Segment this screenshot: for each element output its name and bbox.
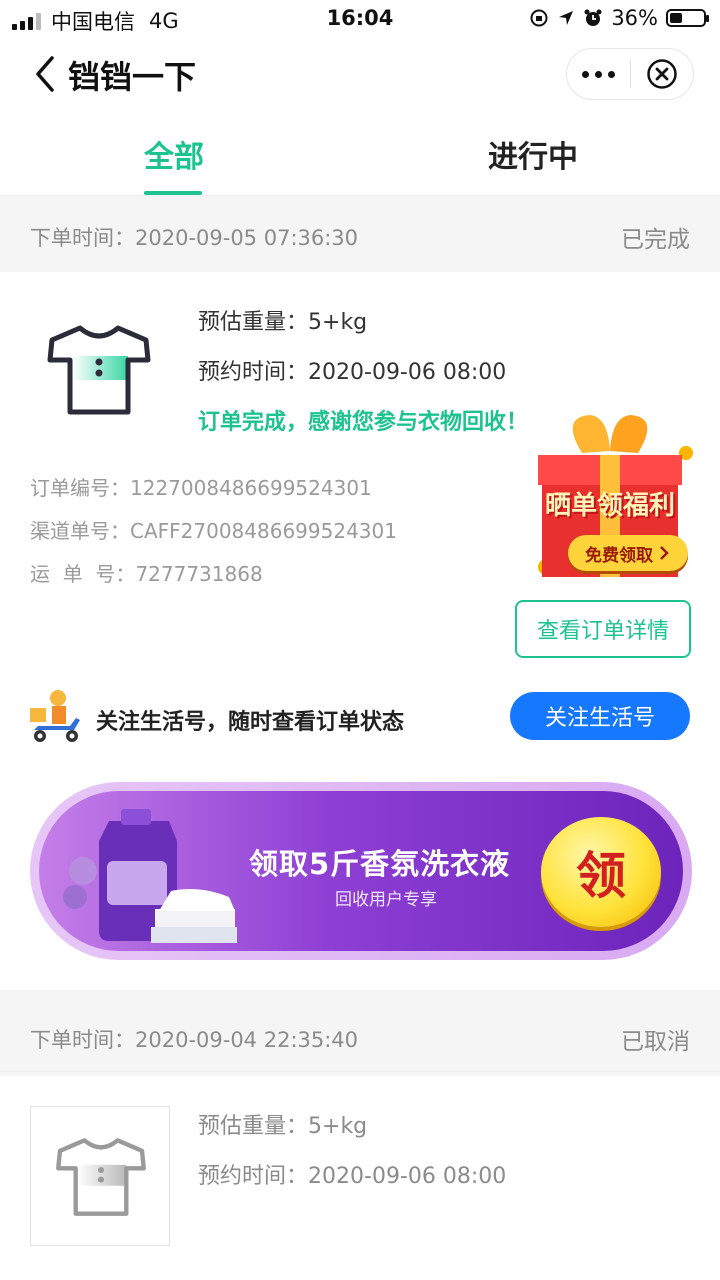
screen-lock-icon <box>530 9 548 27</box>
product-image-placeholder <box>30 1106 170 1246</box>
chevron-right-icon <box>660 546 669 560</box>
appointment-value: 2020-09-06 08:00 <box>308 1164 507 1189</box>
status-bar: 中国电信 4G 16:04 36% <box>0 0 720 38</box>
page-title: 铛铛一下 <box>68 58 197 96</box>
gift-claim-label: 免费领取 <box>585 545 653 566</box>
waybill-label: 运 单 号： <box>30 562 136 586</box>
detergent-bottle-image <box>63 809 237 943</box>
appointment-value: 2020-09-06 08:00 <box>308 360 507 385</box>
weight-value: 5+kg <box>308 310 368 335</box>
tab-all[interactable]: 全部 <box>144 132 204 176</box>
follow-prompt: 关注生活号，随时查看订单状态 <box>96 710 405 735</box>
order-time: 2020-09-05 07:36:30 <box>135 226 359 250</box>
weight-label: 预估重量： <box>198 1114 309 1139</box>
order-time-label: 下单时间： <box>30 226 135 250</box>
completion-message: 订单完成，感谢您参与衣物回收！ <box>198 410 529 435</box>
back-button[interactable] <box>30 52 60 96</box>
order-header: 下单时间：2020-09-04 22:35:40 已取消 <box>0 1000 720 1072</box>
mini-program-capsule <box>566 48 694 100</box>
order-status: 已完成 <box>621 227 690 253</box>
tshirt-icon <box>47 325 151 415</box>
waybill-no: 7277731868 <box>135 562 263 586</box>
appointment-label: 预约时间： <box>198 1164 309 1189</box>
gift-claim-button[interactable]: 免费领取 <box>568 535 688 571</box>
order-time: 2020-09-04 22:35:40 <box>135 1028 359 1052</box>
gift-title: 晒单领福利 <box>544 491 675 521</box>
channel-no: CAFF27008486699524301 <box>130 519 397 543</box>
claim-badge[interactable]: 领 <box>541 817 661 927</box>
order-card: 预估重量：5+kg 预约时间：2020-09-06 08:00 <box>0 1076 720 1280</box>
close-icon <box>647 59 677 89</box>
alarm-icon <box>584 9 602 26</box>
weight-label: 预估重量： <box>198 310 309 335</box>
order-card: 预估重量：5+kg 预约时间：2020-09-06 08:00 订单完成，感谢您… <box>0 272 720 990</box>
delivery-scooter-icon <box>30 690 80 742</box>
detergent-promo-banner[interactable]: 领取5斤香氛洗衣液 回收用户专享 领 <box>30 782 692 960</box>
tab-in-progress[interactable]: 进行中 <box>488 132 578 176</box>
follow-row: 关注生活号，随时查看订单状态 关注生活号 <box>0 680 720 760</box>
share-gift-promo[interactable]: 晒单领福利 免费领取 <box>520 407 700 587</box>
follow-button[interactable]: 关注生活号 <box>510 692 690 740</box>
channel-no-label: 渠道单号： <box>30 519 130 543</box>
order-header: 下单时间：2020-09-05 07:36:30 已完成 <box>0 198 720 270</box>
banner-title: 领取5斤香氛洗衣液 <box>249 847 511 881</box>
order-status: 已取消 <box>621 1029 690 1055</box>
battery-percent: 36% <box>611 6 658 30</box>
appointment-label: 预约时间： <box>198 360 309 385</box>
close-button[interactable] <box>631 49 693 99</box>
location-icon <box>559 11 574 25</box>
view-order-detail-button[interactable]: 查看订单详情 <box>515 600 691 658</box>
weight-value: 5+kg <box>308 1114 368 1139</box>
order-no-label: 订单编号： <box>30 476 130 500</box>
nav-bar: 铛铛一下 <box>0 38 720 110</box>
banner-subtitle: 回收用户专享 <box>335 890 437 910</box>
order-no: 1227008486699524301 <box>130 476 372 500</box>
active-tab-indicator <box>144 191 202 195</box>
chevron-left-icon <box>36 56 54 92</box>
more-button[interactable] <box>567 49 630 99</box>
order-time-label: 下单时间： <box>30 1028 135 1052</box>
tab-bar: 全部 进行中 <box>0 110 720 196</box>
battery-icon <box>666 9 709 27</box>
tshirt-icon <box>56 1138 146 1216</box>
